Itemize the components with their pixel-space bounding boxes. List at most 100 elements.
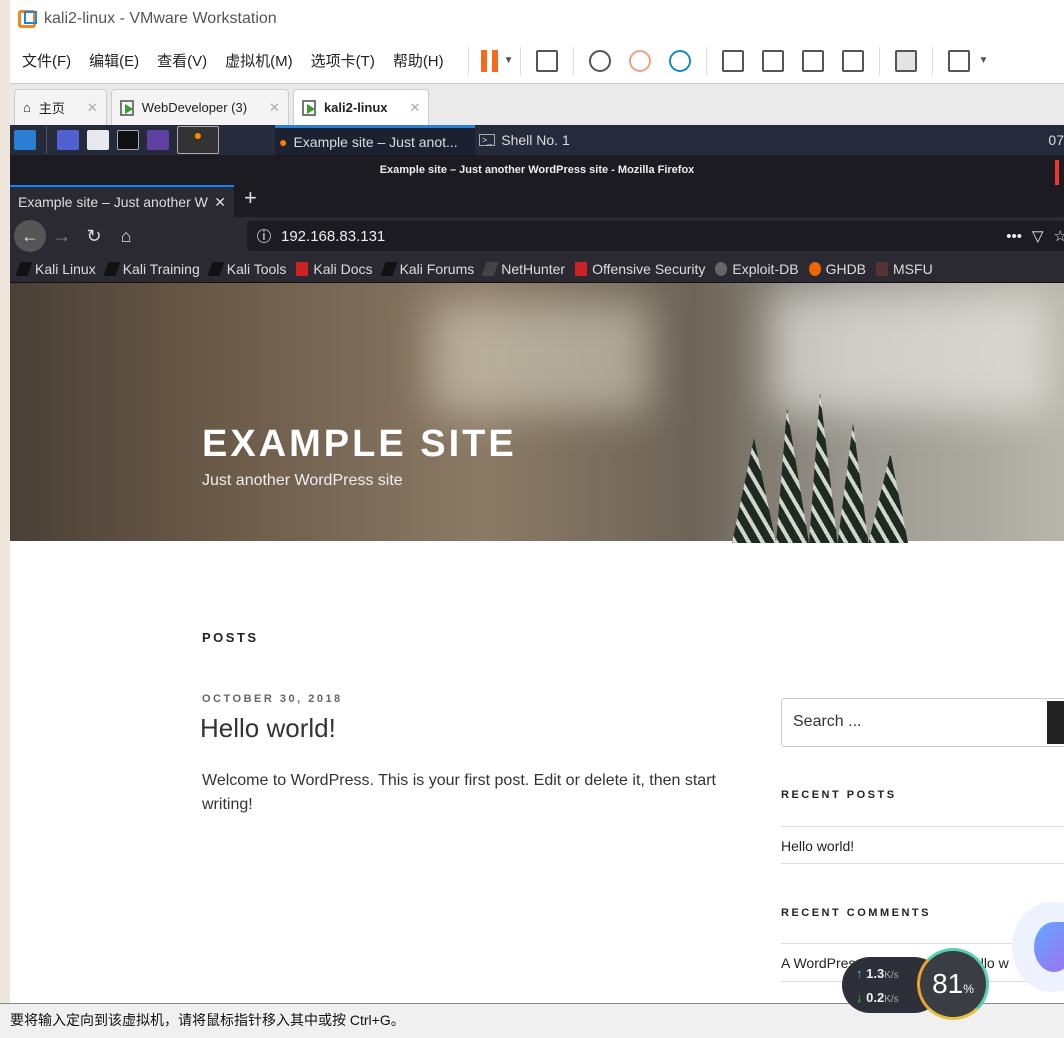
divider: [467, 46, 469, 75]
site-description: Just another WordPress site: [202, 472, 403, 489]
bookmark-kali-forums[interactable]: Kali Forums: [380, 260, 475, 277]
firefox-launcher-icon[interactable]: ●: [177, 126, 219, 154]
firefox-icon: ●: [279, 133, 288, 150]
kali-menu-icon[interactable]: [14, 130, 36, 150]
files-icon[interactable]: [87, 130, 109, 150]
speed-unit: K/s: [884, 994, 899, 1005]
recent-posts-heading: RECENT POSTS: [781, 789, 897, 801]
bookmark-exploit-db[interactable]: Exploit-DB: [715, 261, 799, 277]
recent-post-link[interactable]: Hello world!: [781, 838, 854, 854]
kali-panel: ● ● Example site – Just anot... >_ Shell N…: [10, 125, 1064, 155]
firefox-tab[interactable]: Example site – Just another W ✕: [10, 185, 234, 217]
task-label: Example site – Just anot...: [293, 133, 458, 150]
snapshot-manager-icon[interactable]: [668, 49, 691, 72]
chevron-down-icon[interactable]: ▼: [504, 55, 514, 66]
close-icon[interactable]: ✕: [410, 100, 421, 116]
firefox-nav-bar: ← → ↻ ⌂ i 192.168.83.131 ••• ▽ ☆: [10, 217, 1064, 255]
download-speed: 0.2: [866, 990, 885, 1005]
bookmark-kali-linux[interactable]: Kali Linux: [15, 260, 96, 277]
workspace-icon[interactable]: [57, 130, 79, 150]
search-input[interactable]: Search ...: [781, 698, 1064, 747]
tab-label: Example site – Just another W: [18, 194, 208, 210]
task-firefox[interactable]: ● Example site – Just anot...: [275, 125, 475, 155]
kali-dragon-icon: [103, 261, 121, 276]
menu-help[interactable]: 帮助(H): [393, 50, 444, 71]
bookmark-msfu[interactable]: MSFU: [876, 261, 933, 277]
unity-icon[interactable]: [841, 49, 864, 72]
new-tab-button[interactable]: +: [234, 185, 267, 217]
divider: [572, 46, 574, 75]
clock: 07: [1048, 132, 1064, 148]
window-title: kali2-linux - VMware Workstation: [44, 10, 277, 27]
kali-dragon-icon: [15, 261, 33, 276]
bookmark-nethunter[interactable]: NetHunter: [481, 261, 565, 277]
tab-webdeveloper[interactable]: WebDeveloper (3) ✕: [110, 89, 289, 125]
chevron-down-icon[interactable]: ▼: [979, 55, 989, 66]
menu-edit[interactable]: 编辑(E): [89, 50, 139, 71]
menu-view[interactable]: 查看(V): [157, 50, 207, 71]
msfu-icon: [876, 261, 889, 276]
url-text[interactable]: 192.168.83.131: [281, 228, 385, 245]
back-icon[interactable]: ←: [14, 220, 46, 252]
bookmark-ghdb[interactable]: GHDB: [808, 260, 867, 277]
site-title[interactable]: EXAMPLE SITE: [202, 423, 517, 466]
pocket-icon[interactable]: ▽: [1032, 227, 1044, 245]
bookmark-label: MSFU: [893, 260, 933, 277]
send-ctrl-alt-del-icon[interactable]: [535, 49, 558, 72]
kali-dragon-icon: [207, 261, 225, 276]
menu-vm[interactable]: 虚拟机(M): [225, 50, 293, 71]
bookmark-offensive-security[interactable]: Offensive Security: [575, 261, 705, 277]
post-title[interactable]: Hello world!: [200, 713, 336, 744]
task-shell[interactable]: >_ Shell No. 1: [479, 132, 570, 148]
usage-gauge[interactable]: 81%: [917, 948, 989, 1020]
thumbnail-view-icon[interactable]: [761, 49, 784, 72]
terminal-icon[interactable]: [117, 130, 139, 150]
url-bar[interactable]: i 192.168.83.131 ••• ▽ ☆: [247, 221, 1064, 251]
recent-comments-heading: RECENT COMMENTS: [781, 907, 931, 919]
close-icon[interactable]: ✕: [214, 194, 226, 211]
bookmark-label: GHDB: [825, 260, 867, 277]
tab-label: kali2-linux: [323, 100, 388, 115]
bookmark-kali-docs[interactable]: Kali Docs: [296, 261, 373, 277]
fullscreen-icon[interactable]: [801, 49, 824, 72]
more-icon[interactable]: •••: [1006, 228, 1022, 245]
ghdb-icon: [808, 261, 821, 276]
vm-icon: [119, 99, 134, 116]
vmware-title-bar: kali2-linux - VMware Workstation: [10, 0, 1064, 38]
bookmark-star-icon[interactable]: ☆: [1054, 227, 1064, 245]
bookmark-kali-training[interactable]: Kali Training: [103, 260, 200, 277]
upload-speed: 1.3: [866, 966, 885, 981]
bookmark-label: Kali Linux: [35, 260, 96, 277]
console-icon[interactable]: [894, 49, 917, 72]
docs-icon: [296, 261, 309, 276]
tab-kali2-linux[interactable]: kali2-linux ✕: [292, 89, 430, 125]
bookmark-kali-tools[interactable]: Kali Tools: [207, 261, 286, 277]
close-icon[interactable]: ✕: [87, 100, 98, 116]
tab-home[interactable]: ⌂ 主页 ✕: [14, 89, 107, 125]
bookmark-label: Kali Forums: [399, 260, 475, 277]
header-image: EXAMPLE SITE Just another WordPress site: [10, 283, 1064, 543]
home-icon: ⌂: [23, 100, 31, 115]
vm-tab-bar: ⌂ 主页 ✕ WebDeveloper (3) ✕ kali2-linux ✕: [10, 85, 1064, 125]
firefox-window-title: Example site – Just another WordPress si…: [10, 155, 1064, 185]
reload-icon[interactable]: ↻: [78, 220, 110, 252]
menu-file[interactable]: 文件(F): [22, 50, 71, 71]
menu-tabs[interactable]: 选项卡(T): [311, 50, 375, 71]
posts-heading: POSTS: [202, 630, 259, 645]
screen-record-icon[interactable]: [147, 130, 169, 150]
sidebar-view-icon[interactable]: [721, 49, 744, 72]
home-icon[interactable]: ⌂: [110, 220, 142, 252]
bookmark-label: Kali Training: [122, 260, 200, 277]
info-icon[interactable]: i: [257, 229, 271, 243]
close-icon[interactable]: ✕: [269, 100, 280, 116]
post-date[interactable]: OCTOBER 30, 2018: [202, 693, 343, 705]
terminal-icon: >_: [479, 134, 496, 146]
divider: [705, 46, 707, 75]
forward-icon[interactable]: →: [46, 220, 78, 252]
search-button[interactable]: [1047, 701, 1064, 744]
revert-snapshot-icon[interactable]: [628, 49, 651, 72]
stretch-icon[interactable]: [947, 49, 970, 72]
upload-arrow-icon: ↑: [856, 966, 863, 981]
snapshot-icon[interactable]: [588, 49, 611, 72]
pause-icon[interactable]: [480, 49, 498, 72]
